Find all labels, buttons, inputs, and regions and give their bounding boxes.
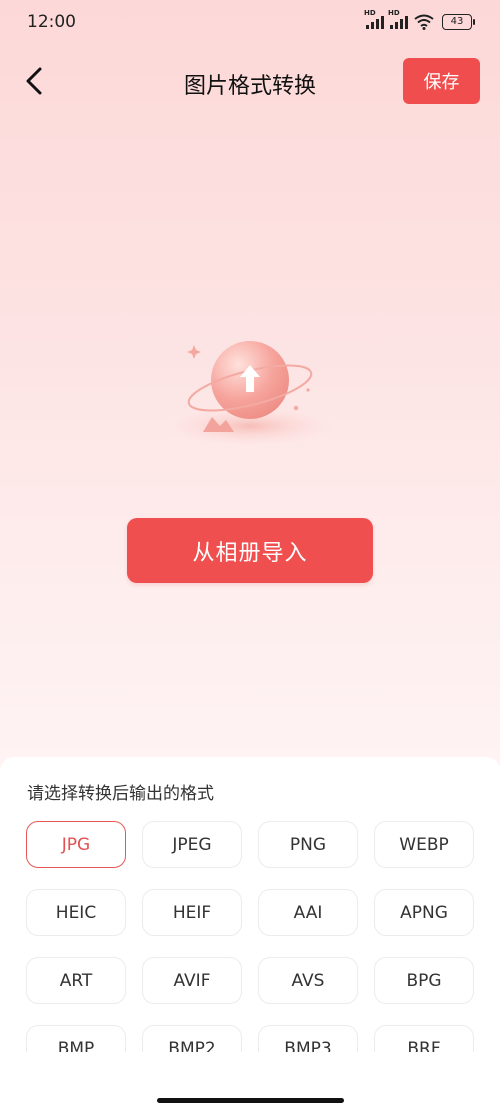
hd-signal-icon: HD [364, 9, 384, 29]
nav-bar: 图片格式转换 保存 [0, 56, 500, 106]
format-grid: JPG JPEG PNG WEBP HEIC HEIF AAI APNG ART AVIF AVS B… [26, 821, 474, 1052]
format-option-heic[interactable]: HEIC [26, 889, 126, 936]
import-from-album-button[interactable]: 从相册导入 [127, 518, 373, 583]
format-option-jpeg[interactable]: JPEG [142, 821, 242, 868]
save-button[interactable]: 保存 [403, 58, 480, 104]
format-option-png[interactable]: PNG [258, 821, 358, 868]
format-sheet: 请选择转换后输出的格式 JPG JPEG PNG WEBP HEIC HEIF AAI APN… [0, 757, 500, 1111]
format-sheet-title: 请选择转换后输出的格式 [27, 784, 214, 804]
battery-icon: 43 [442, 14, 475, 30]
hd-signal-icon: HD [388, 9, 408, 29]
format-option-apng[interactable]: APNG [374, 889, 474, 936]
format-option-bmp3[interactable]: BMP3 [258, 1025, 358, 1052]
format-option-bmp2[interactable]: BMP2 [142, 1025, 242, 1052]
wifi-icon [414, 14, 434, 30]
format-option-bmp[interactable]: BMP [26, 1025, 126, 1052]
format-option-aai[interactable]: AAI [258, 889, 358, 936]
format-option-art[interactable]: ART [26, 957, 126, 1004]
status-bar: 12:00 HD HD 43 [0, 0, 500, 46]
upload-planet-icon [164, 341, 336, 446]
format-option-bpg[interactable]: BPG [374, 957, 474, 1004]
format-option-avs[interactable]: AVS [258, 957, 358, 1004]
format-option-webp[interactable]: WEBP [374, 821, 474, 868]
format-option-brf[interactable]: BRF [374, 1025, 474, 1052]
format-option-avif[interactable]: AVIF [142, 957, 242, 1004]
status-time: 12:00 [27, 12, 76, 32]
format-grid-viewport[interactable]: JPG JPEG PNG WEBP HEIC HEIF AAI APNG ART AVIF AVS B… [0, 819, 500, 1052]
home-indicator[interactable] [157, 1098, 344, 1103]
format-option-jpg[interactable]: JPG [26, 821, 126, 868]
status-icons: HD HD 43 [364, 9, 475, 30]
format-option-heif[interactable]: HEIF [142, 889, 242, 936]
